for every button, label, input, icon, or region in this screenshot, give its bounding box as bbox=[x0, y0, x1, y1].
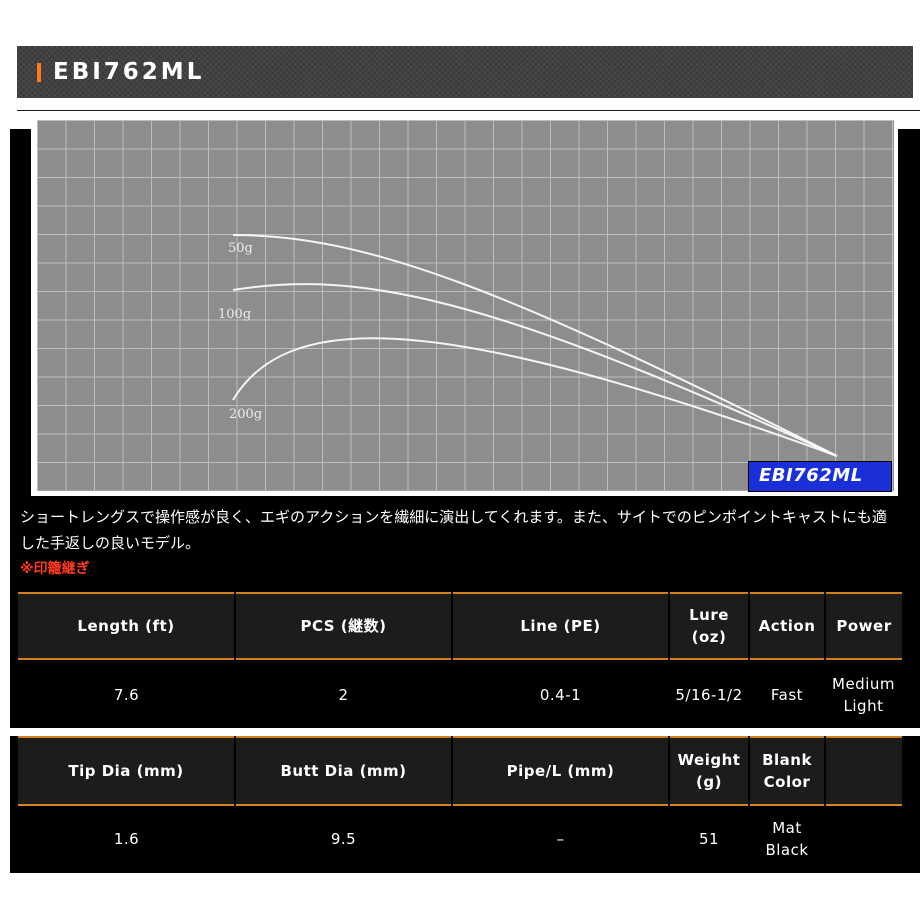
table-row: 7.6 2 0.4-1 5/16-1/2 Fast Medium Light bbox=[18, 659, 902, 729]
value-butt-dia: 9.5 bbox=[235, 805, 452, 871]
title-bar: EBI762ML bbox=[17, 46, 913, 98]
value-weight: 51 bbox=[669, 805, 749, 871]
header-lure: Lure (oz) bbox=[669, 593, 750, 659]
spec-table-1-header: Length (ft) PCS (継数) Line (PE) Lure (oz)… bbox=[18, 593, 902, 659]
curve-label-100g: 100g bbox=[218, 307, 252, 322]
value-length: 7.6 bbox=[18, 659, 235, 729]
value-power: Medium Light bbox=[825, 659, 902, 729]
value-action: Fast bbox=[749, 659, 825, 729]
header-line: Line (PE) bbox=[452, 593, 670, 659]
rod-bend-chart: 50g 100g 200g EBI762ML bbox=[37, 120, 894, 492]
spec-table-2: Tip Dia (mm) Butt Dia (mm) Pipe/L (mm) W… bbox=[18, 736, 902, 871]
value-pcs: 2 bbox=[235, 659, 452, 729]
value-pipe-length: – bbox=[452, 805, 669, 871]
header-empty bbox=[825, 737, 902, 805]
model-badge: EBI762ML bbox=[748, 461, 892, 492]
header-blank-color: Blank Color bbox=[749, 737, 826, 805]
model-badge-label: EBI762ML bbox=[759, 465, 863, 486]
header-weight: Weight (g) bbox=[669, 737, 750, 805]
value-line: 0.4-1 bbox=[452, 659, 669, 729]
title-accent-bar bbox=[37, 63, 41, 82]
header-power: Power bbox=[825, 593, 902, 659]
value-blank-color: Mat Black bbox=[749, 805, 825, 871]
header-pcs: PCS (継数) bbox=[235, 593, 453, 659]
title-divider bbox=[17, 110, 920, 111]
joint-note: ※印籠継ぎ bbox=[20, 561, 90, 577]
page-title: EBI762ML bbox=[53, 59, 205, 85]
header-pipe-length: Pipe/L (mm) bbox=[452, 737, 670, 805]
value-tip-dia: 1.6 bbox=[18, 805, 235, 871]
curve-200g bbox=[232, 337, 838, 457]
table-row: 1.6 9.5 – 51 Mat Black bbox=[18, 805, 902, 871]
value-lure: 5/16-1/2 bbox=[669, 659, 749, 729]
header-butt-dia: Butt Dia (mm) bbox=[235, 737, 453, 805]
curve-50g bbox=[232, 234, 838, 457]
spec-table-2-header: Tip Dia (mm) Butt Dia (mm) Pipe/L (mm) W… bbox=[18, 737, 902, 805]
header-action: Action bbox=[749, 593, 826, 659]
curve-100g bbox=[232, 283, 838, 457]
product-description: ショートレングスで操作感が良く、エギのアクションを繊細に演出してくれます。また、… bbox=[20, 508, 887, 552]
spec-table-1: Length (ft) PCS (継数) Line (PE) Lure (oz)… bbox=[18, 592, 902, 729]
value-empty bbox=[825, 805, 902, 871]
curve-label-50g: 50g bbox=[228, 241, 253, 256]
curve-label-200g: 200g bbox=[229, 407, 263, 422]
table-separator bbox=[10, 728, 920, 736]
header-tip-dia: Tip Dia (mm) bbox=[18, 737, 236, 805]
header-length: Length (ft) bbox=[18, 593, 236, 659]
bend-curves-svg bbox=[232, 234, 838, 457]
